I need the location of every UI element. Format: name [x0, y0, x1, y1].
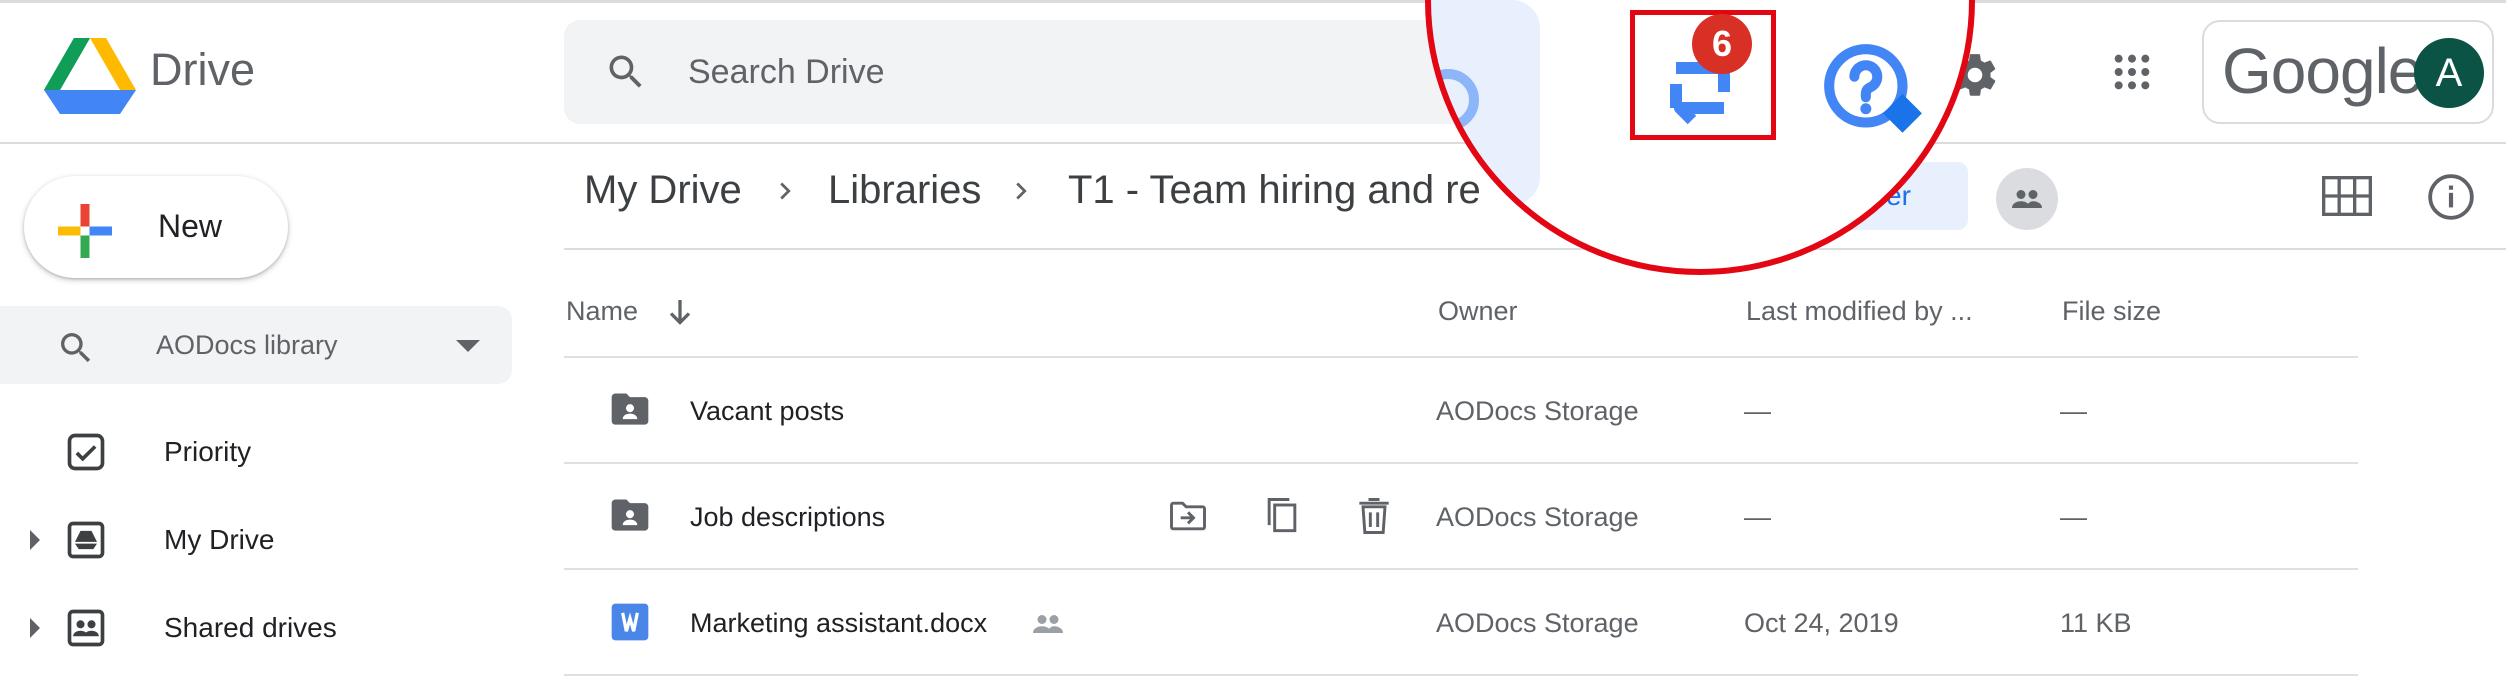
search-input[interactable] [688, 46, 1388, 98]
modified-cell: — [1744, 396, 1771, 426]
info-icon[interactable] [2426, 172, 2476, 222]
help-diamond-icon[interactable] [1820, 40, 1930, 150]
column-header-file-size[interactable]: File size [2062, 296, 2161, 327]
size-cell: — [2060, 502, 2087, 532]
people-icon [2012, 190, 2042, 208]
copy-icon[interactable] [1260, 494, 1304, 538]
notification-badge: 6 [1692, 14, 1752, 74]
modified-cell: Oct 24, 2019 [1744, 608, 1899, 638]
shared-people-icon [1033, 615, 1063, 633]
file-name[interactable]: Marketing assistant.docx [690, 608, 987, 639]
top-border [0, 0, 2506, 3]
arrow-down-icon[interactable] [662, 294, 698, 330]
row-divider [564, 674, 2358, 676]
library-selector-label: AODocs library [156, 330, 338, 360]
move-to-icon[interactable] [1166, 494, 1210, 538]
google-apps-icon[interactable] [2112, 52, 2152, 92]
modified-cell: — [1744, 502, 1771, 532]
chevron-right-icon [1016, 182, 1027, 200]
size-cell: 11 KB [2060, 608, 2132, 638]
app-title: Drive [150, 44, 256, 95]
sidebar-item-label: Shared drives [164, 612, 337, 643]
expand-arrow-icon[interactable] [30, 618, 40, 638]
trash-icon[interactable] [1352, 494, 1396, 538]
header-divider [0, 142, 2506, 144]
breadcrumb-my-drive[interactable]: My Drive [584, 168, 742, 213]
owner-cell: AODocs Storage [1436, 396, 1639, 426]
sidebar-item-label: Priority [164, 436, 252, 467]
size-cell: — [2060, 396, 2087, 426]
grid-view-icon[interactable] [2322, 176, 2372, 216]
file-name[interactable]: Vacant posts [690, 396, 844, 427]
breadcrumb-libraries[interactable]: Libraries [828, 168, 981, 213]
members-button[interactable] [1996, 168, 2058, 230]
column-header-name[interactable]: Name [566, 296, 638, 327]
priority-checkbox-icon [67, 433, 105, 471]
search-icon[interactable] [604, 50, 648, 94]
owner-cell: AODocs Storage [1436, 502, 1639, 532]
expand-arrow-icon[interactable] [30, 530, 40, 550]
chevron-right-icon [780, 182, 791, 200]
owner-cell: AODocs Storage [1436, 608, 1639, 638]
drive-logo-icon[interactable] [44, 38, 136, 114]
google-brand-text: Google [2222, 35, 2423, 107]
new-button-label: New [158, 208, 223, 244]
my-drive-icon [67, 521, 105, 559]
sidebar-item-label: My Drive [164, 524, 275, 555]
file-name[interactable]: Job descriptions [690, 502, 885, 533]
shared-folder-icon [611, 393, 649, 425]
word-doc-icon [611, 603, 649, 641]
plus-icon [58, 204, 112, 258]
shared-drives-icon [67, 609, 105, 647]
shared-folder-icon [611, 499, 649, 531]
chevron-down-icon[interactable] [456, 340, 480, 352]
avatar[interactable]: A [2414, 38, 2484, 108]
search-icon [61, 333, 91, 363]
